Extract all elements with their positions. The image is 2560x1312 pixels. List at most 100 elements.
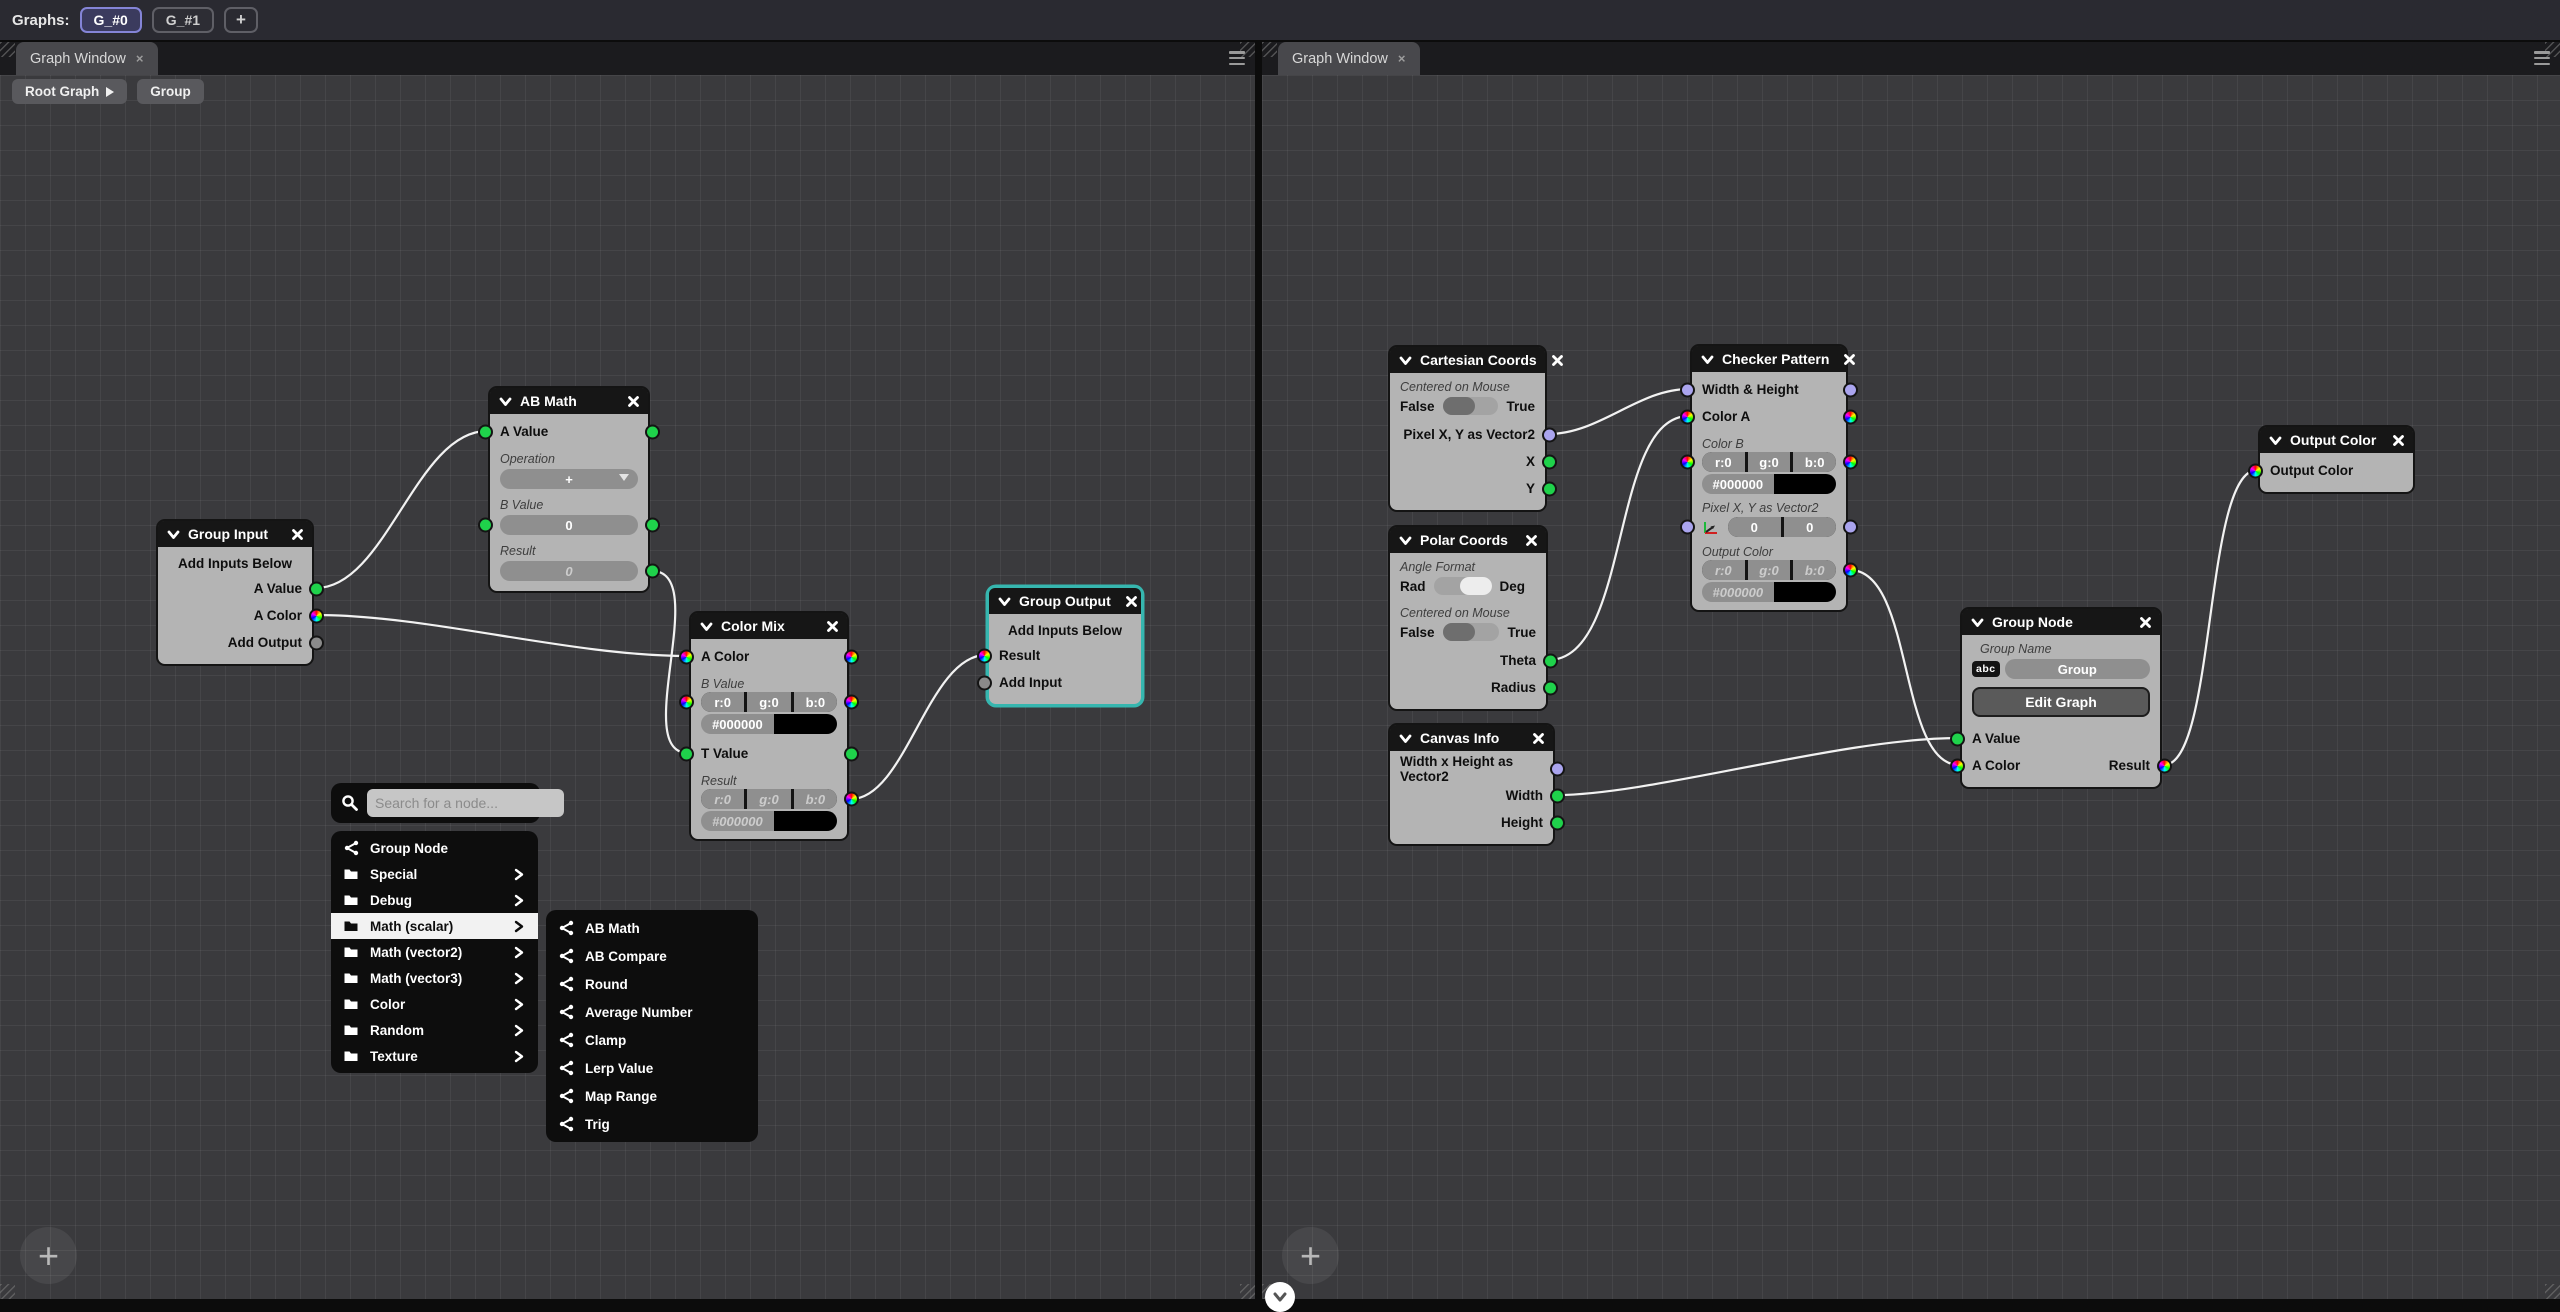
breadcrumb-current-button[interactable]: Group <box>137 79 204 104</box>
corner-grip[interactable] <box>1262 42 1277 57</box>
port-in-output-color[interactable] <box>2248 463 2263 478</box>
port-out-width[interactable] <box>1550 788 1565 803</box>
port-out-result[interactable] <box>2157 758 2172 773</box>
menu-item-math-scalar[interactable]: Math (scalar) <box>331 913 538 939</box>
submenu-item-round[interactable]: Round <box>546 970 758 998</box>
b-value-input[interactable]: 0 <box>500 515 638 535</box>
port-out-a-color[interactable] <box>309 608 324 623</box>
port-in-a-color[interactable] <box>679 649 694 664</box>
node-group-node[interactable]: Group Node Group Name abc Group Edit Gra… <box>1960 607 2162 789</box>
close-icon[interactable] <box>627 395 640 408</box>
port-out-width-height[interactable] <box>1843 382 1858 397</box>
close-tab-icon[interactable]: × <box>136 51 144 66</box>
node-group-output[interactable]: Group Output Add Inputs Below Result Add… <box>987 586 1143 706</box>
port-in-color-a[interactable] <box>1680 409 1695 424</box>
collapse-chevron-icon[interactable] <box>1398 533 1413 548</box>
port-in-a-color[interactable] <box>1950 758 1965 773</box>
centered-toggle[interactable] <box>1443 397 1499 415</box>
port-out-result[interactable] <box>645 564 660 579</box>
port-in-pixel-vector2[interactable] <box>1680 520 1695 535</box>
close-icon[interactable] <box>1125 595 1138 608</box>
close-icon[interactable] <box>826 620 839 633</box>
port-out-a-value[interactable] <box>645 424 660 439</box>
close-icon[interactable] <box>2139 616 2152 629</box>
color-swatch[interactable] <box>1774 474 1836 494</box>
node-group-input[interactable]: Group Input Add Inputs Below A Value A C… <box>156 519 314 666</box>
menu-item-texture[interactable]: Texture <box>331 1043 538 1069</box>
port-in-result[interactable] <box>977 648 992 663</box>
collapse-chevron-icon[interactable] <box>498 394 513 409</box>
add-graph-button[interactable]: + <box>224 7 258 33</box>
port-out-height[interactable] <box>1550 815 1565 830</box>
collapse-chevron-icon[interactable] <box>2268 433 2283 448</box>
group-name-input[interactable]: Group <box>2005 659 2150 679</box>
breadcrumb-root-button[interactable]: Root Graph <box>12 79 127 104</box>
close-icon[interactable] <box>1551 354 1564 367</box>
port-add-input[interactable] <box>977 675 992 690</box>
port-in-t-value[interactable] <box>679 746 694 761</box>
menu-item-group-node[interactable]: Group Node <box>331 835 538 861</box>
right-graph-window-tab[interactable]: Graph Window × <box>1278 42 1420 75</box>
port-out-color-a[interactable] <box>1843 409 1858 424</box>
node-cartesian-coords[interactable]: Cartesian Coords Centered on Mouse False… <box>1388 345 1547 512</box>
close-icon[interactable] <box>2392 434 2405 447</box>
port-in-a-value[interactable] <box>478 424 493 439</box>
graph-tab-0[interactable]: G_#0 <box>80 7 142 33</box>
edit-graph-button[interactable]: Edit Graph <box>1972 687 2150 717</box>
port-in-color-b[interactable] <box>1680 455 1695 470</box>
port-out-pixel-vector2[interactable] <box>1542 427 1557 442</box>
node-output-color[interactable]: Output Color Output Color <box>2258 425 2415 494</box>
port-out-radius[interactable] <box>1543 680 1558 695</box>
rgb-widget[interactable]: r:0 g:0 b:0 <box>1702 452 1836 472</box>
menu-item-special[interactable]: Special <box>331 861 538 887</box>
close-icon[interactable] <box>1525 534 1538 547</box>
submenu-item-average-number[interactable]: Average Number <box>546 998 758 1026</box>
scroll-down-button[interactable] <box>1265 1282 1295 1312</box>
corner-grip[interactable] <box>0 1284 15 1299</box>
port-out-a-color[interactable] <box>844 649 859 664</box>
port-out-x[interactable] <box>1542 454 1557 469</box>
add-node-button[interactable]: + <box>20 1227 77 1284</box>
collapse-chevron-icon[interactable] <box>997 594 1012 609</box>
add-node-button[interactable]: + <box>1282 1227 1339 1284</box>
centered-toggle[interactable] <box>1443 623 1500 641</box>
color-swatch[interactable] <box>774 714 837 734</box>
port-out-t-value[interactable] <box>844 746 859 761</box>
submenu-item-map-range[interactable]: Map Range <box>546 1082 758 1110</box>
port-out-output-color[interactable] <box>1843 563 1858 578</box>
collapse-chevron-icon[interactable] <box>699 619 714 634</box>
port-in-width-height[interactable] <box>1680 382 1695 397</box>
port-in-b-color[interactable] <box>679 695 694 710</box>
graph-tab-1[interactable]: G_#1 <box>152 7 214 33</box>
search-input[interactable] <box>367 789 564 817</box>
menu-item-random[interactable]: Random <box>331 1017 538 1043</box>
submenu-item-ab-compare[interactable]: AB Compare <box>546 942 758 970</box>
menu-item-debug[interactable]: Debug <box>331 887 538 913</box>
node-canvas-info[interactable]: Canvas Info Width x Height as Vector2 Wi… <box>1388 723 1555 846</box>
collapse-chevron-icon[interactable] <box>1700 352 1715 367</box>
menu-item-math-vector2[interactable]: Math (vector2) <box>331 939 538 965</box>
hex-widget[interactable]: #000000 <box>1702 474 1836 494</box>
port-in-a-value[interactable] <box>1950 731 1965 746</box>
submenu-item-lerp-value[interactable]: Lerp Value <box>546 1054 758 1082</box>
collapse-chevron-icon[interactable] <box>1398 731 1413 746</box>
close-icon[interactable] <box>1843 353 1856 366</box>
port-out-color-b[interactable] <box>1843 455 1858 470</box>
submenu-item-ab-math[interactable]: AB Math <box>546 914 758 942</box>
node-polar-coords[interactable]: Polar Coords Angle Format Rad Deg Center… <box>1388 525 1548 711</box>
left-graph-window-tab[interactable]: Graph Window × <box>16 42 158 75</box>
panel-menu-icon[interactable] <box>1229 51 1245 65</box>
rgb-widget[interactable]: r:0 g:0 b:0 <box>701 692 837 712</box>
port-out-y[interactable] <box>1542 481 1557 496</box>
port-out-wh-vector2[interactable] <box>1550 761 1565 776</box>
port-out-result[interactable] <box>844 792 859 807</box>
collapse-chevron-icon[interactable] <box>166 527 181 542</box>
menu-item-color[interactable]: Color <box>331 991 538 1017</box>
port-add-output[interactable] <box>309 635 324 650</box>
port-out-a-value[interactable] <box>309 581 324 596</box>
collapse-chevron-icon[interactable] <box>1970 615 1985 630</box>
port-out-theta[interactable] <box>1543 653 1558 668</box>
close-icon[interactable] <box>1532 732 1545 745</box>
node-checker-pattern[interactable]: Checker Pattern Width & Height Color A C… <box>1690 344 1848 612</box>
port-out-pixel-vector2[interactable] <box>1843 520 1858 535</box>
